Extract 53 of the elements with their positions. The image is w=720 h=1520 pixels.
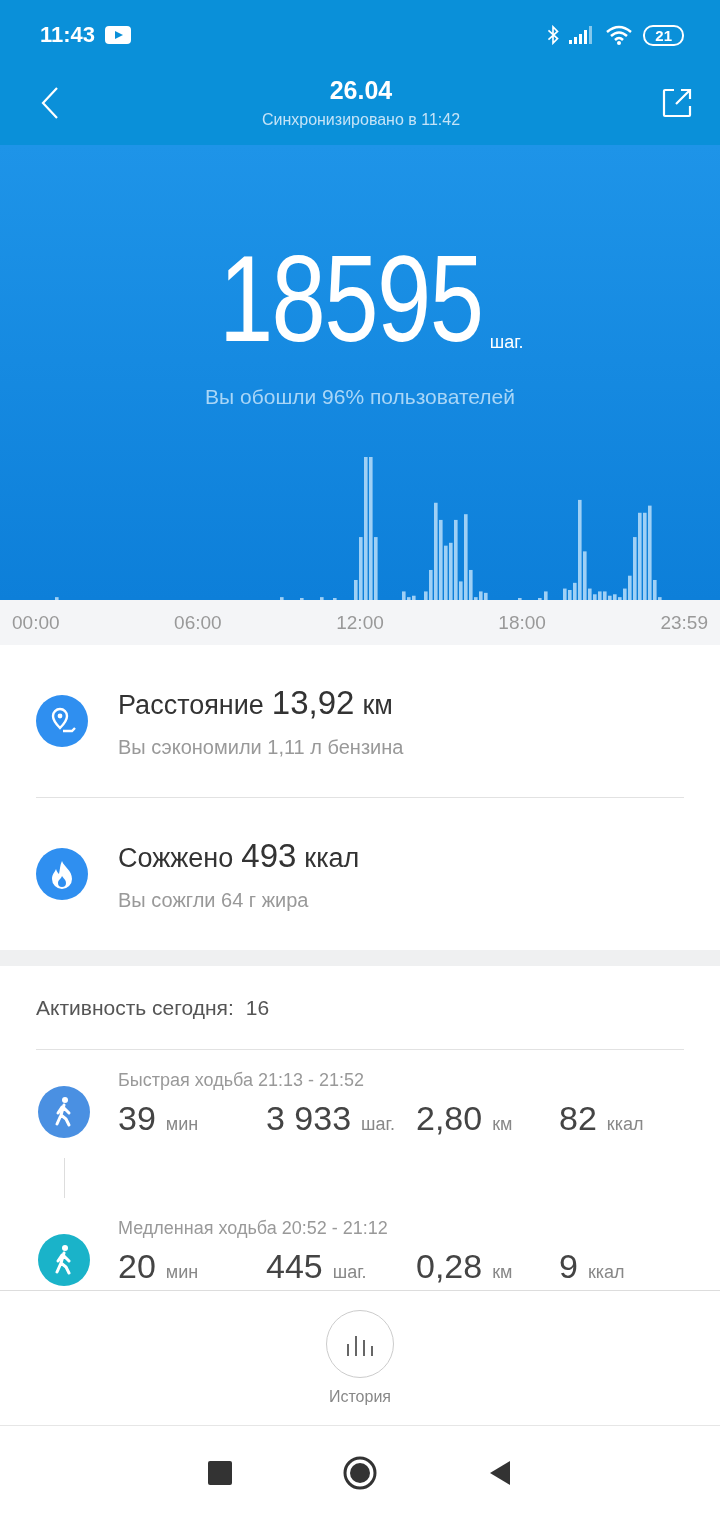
back-button[interactable] (40, 85, 60, 120)
comparison-text: Вы обошли 96% пользователей (205, 385, 515, 409)
metric-unit: мин (165, 1262, 199, 1283)
metric-value: 9 (559, 1247, 578, 1286)
stat-value: 13,92 (271, 683, 355, 722)
time-label: 12:00 (336, 611, 384, 634)
metric-value: 0,28 (416, 1247, 483, 1286)
metric-unit: шаг. (332, 1262, 367, 1283)
metric-value: 39 (118, 1099, 156, 1138)
metric-unit: ккал (587, 1262, 625, 1283)
step-bar (55, 597, 59, 600)
stat-unit: ккал (304, 842, 360, 874)
sync-status: Синхронизировано в 11:42 (261, 111, 461, 129)
metric-unit: шаг. (361, 1114, 395, 1135)
date-title: 26.04 (329, 76, 393, 105)
activity-title: Быстрая ходьба 21:13 - 21:52 (118, 1070, 366, 1091)
metric-unit: ккал (606, 1114, 644, 1135)
stat-unit: км (362, 689, 393, 721)
location-pin-icon (36, 695, 88, 747)
home-button[interactable] (342, 1455, 378, 1491)
status-time: 11:43 (40, 22, 96, 48)
metric-value: 20 (118, 1247, 156, 1286)
time-label: 00:00 (12, 611, 60, 634)
stat-label: Расстояние (118, 689, 264, 721)
video-app-icon (105, 26, 132, 44)
activity-title: Медленная ходьба 20:52 - 21:12 (118, 1218, 389, 1239)
flame-icon (36, 848, 88, 900)
time-label: 18:00 (498, 611, 546, 634)
stat-note: Вы сэкономили 1,11 л бензина (118, 735, 404, 759)
metric-value: 445 (266, 1247, 323, 1286)
wifi-icon (605, 25, 634, 45)
metric-unit: км (492, 1262, 513, 1283)
step-bar (544, 591, 548, 600)
share-button[interactable] (662, 87, 692, 118)
activity-count: 16 (245, 995, 270, 1020)
step-bar (320, 597, 324, 600)
time-label: 06:00 (174, 611, 222, 634)
battery-indicator: 21 (643, 24, 684, 46)
back-nav-button[interactable] (488, 1460, 512, 1486)
metric-value: 2,80 (416, 1099, 483, 1138)
stat-value: 493 (241, 836, 297, 875)
metric-unit: км (492, 1114, 513, 1135)
metric-value: 3 933 (266, 1099, 352, 1138)
activity-label: Активность сегодня: (36, 995, 234, 1020)
stat-note: Вы сожгли 64 г жира (118, 888, 310, 912)
step-count: 18595 (219, 243, 483, 355)
bluetooth-icon (547, 25, 560, 45)
metric-unit: мин (165, 1114, 199, 1135)
stat-label: Сожжено (118, 842, 234, 874)
metric-value: 82 (559, 1099, 597, 1138)
time-label: 23:59 (660, 611, 708, 634)
step-unit: шаг. (489, 332, 524, 353)
step-bar (280, 597, 284, 600)
